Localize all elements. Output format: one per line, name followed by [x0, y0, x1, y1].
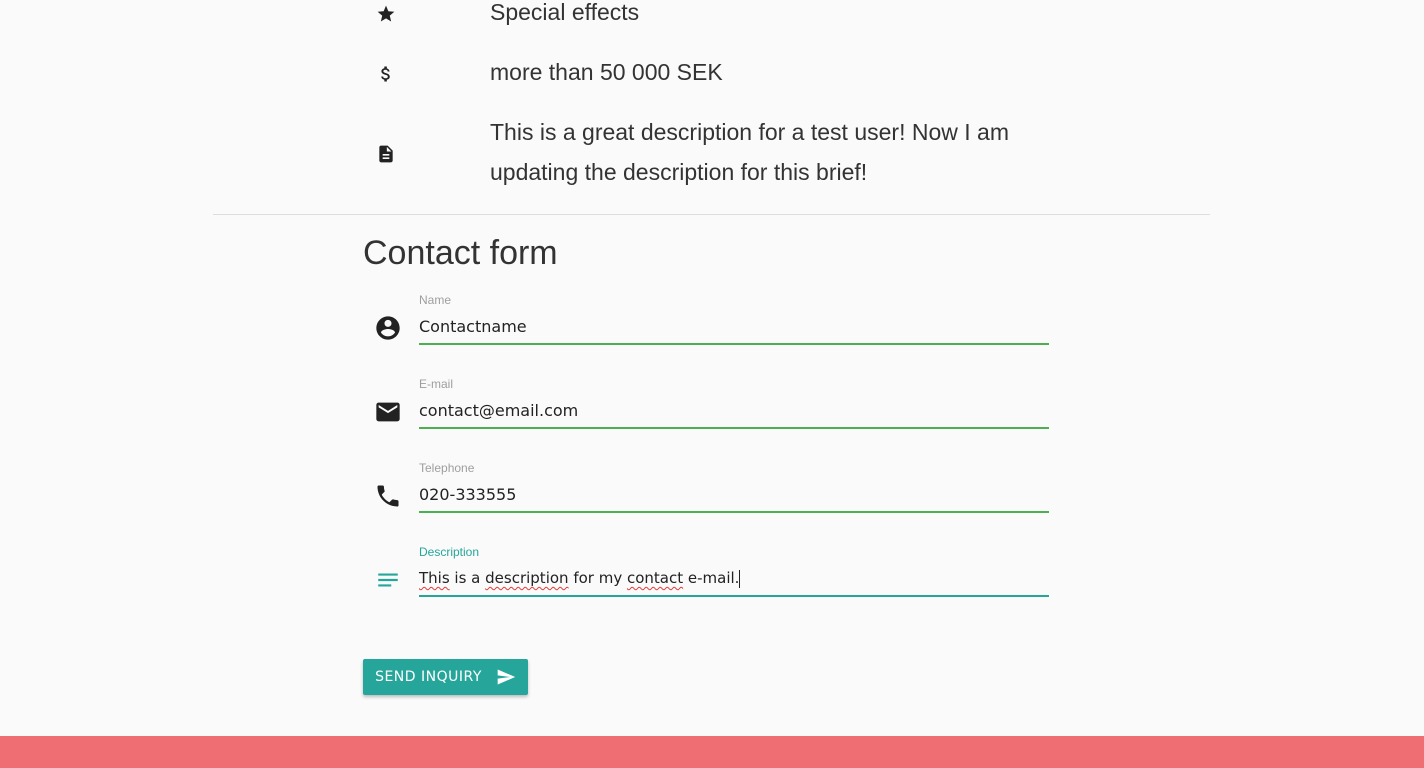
info-row-budget: more than 50 000 SEK	[363, 59, 723, 88]
info-budget-text: more than 50 000 SEK	[490, 59, 723, 85]
page: Special effects more than 50 000 SEK Thi…	[0, 0, 1424, 768]
mail-icon	[373, 397, 403, 427]
send-icon	[496, 667, 516, 687]
description-word: description	[485, 569, 569, 587]
description-word: contact	[626, 569, 684, 587]
footer-bar	[0, 736, 1424, 768]
description-field: Description This is a description for my…	[363, 545, 1049, 605]
description-textarea[interactable]: This is a description for my contact e-m…	[419, 561, 1049, 597]
contact-form-title: Contact form	[363, 234, 558, 272]
section-divider	[213, 214, 1210, 215]
telephone-label: Telephone	[419, 461, 475, 475]
text-caret	[739, 569, 741, 588]
star-icon	[363, 4, 409, 24]
phone-icon	[373, 481, 403, 511]
send-inquiry-button[interactable]: SEND INQUIRY	[363, 659, 528, 695]
notes-icon	[373, 565, 403, 595]
description-word: for my	[568, 569, 627, 587]
description-word: e-mail.	[683, 569, 740, 587]
send-inquiry-label: SEND INQUIRY	[375, 669, 482, 685]
name-label: Name	[419, 293, 452, 307]
account-circle-icon	[373, 313, 403, 343]
description-word: is a	[449, 569, 486, 587]
description-label: Description	[419, 545, 480, 559]
document-icon	[363, 144, 409, 164]
name-field: Name	[363, 293, 1049, 353]
info-row-description: This is a great description for a test u…	[363, 119, 1009, 185]
email-field: E-mail	[363, 377, 1049, 437]
name-input[interactable]	[419, 309, 1049, 345]
telephone-field: Telephone	[363, 461, 1049, 521]
telephone-input[interactable]	[419, 477, 1049, 513]
email-label: E-mail	[419, 377, 454, 391]
info-row-style: Special effects	[363, 0, 639, 28]
email-input[interactable]	[419, 393, 1049, 429]
info-description-text: This is a great description for a test u…	[490, 119, 1009, 185]
dollar-icon	[363, 64, 409, 84]
description-word: This	[419, 569, 450, 587]
info-style-text: Special effects	[490, 0, 640, 25]
